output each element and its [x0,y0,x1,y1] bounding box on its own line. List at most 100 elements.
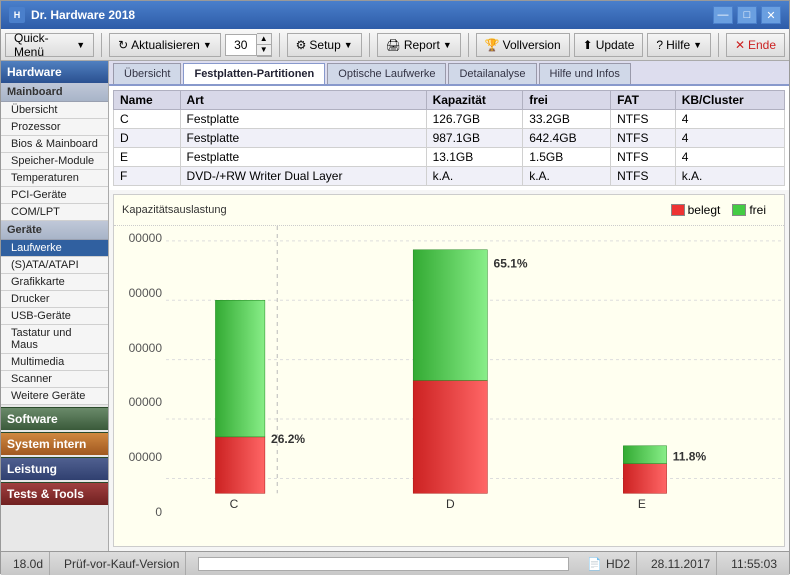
table-cell: 13.1GB [426,148,523,167]
status-time: 11:55:03 [725,552,783,575]
leistung-section-button[interactable]: Leistung [1,457,108,480]
tab-ubersicht[interactable]: Übersicht [113,63,181,84]
aktualisieren-label: Aktualisieren [131,38,200,52]
sidebar-item-prozessor[interactable]: Prozessor [1,119,108,136]
sidebar-item-multimedia[interactable]: Multimedia [1,354,108,371]
legend-red-box [671,204,685,216]
table-row[interactable]: EFestplatte13.1GB1.5GBNTFS4 [114,148,785,167]
hilfe-button[interactable]: ? Hilfe ▼ [647,33,711,57]
table-row[interactable]: DFestplatte987.1GB642.4GBNTFS4 [114,129,785,148]
separator-2 [279,33,280,57]
report-button[interactable]: 🖨 Report ▼ [377,33,461,57]
sidebar-item-weitere[interactable]: Weitere Geräte [1,388,108,405]
interval-control: 30 ▲ ▼ [225,33,272,57]
separator-4 [468,33,469,57]
table-cell: DVD-/+RW Writer Dual Layer [180,167,426,186]
sidebar-item-laufwerke[interactable]: Laufwerke [1,240,108,257]
table-cell: k.A. [426,167,523,186]
table-cell: 1.5GB [523,148,611,167]
quick-menu-arrow: ▼ [76,40,85,50]
svg-text:11.8%: 11.8% [673,450,707,464]
tests-section-button[interactable]: Tests & Tools [1,482,108,505]
close-button[interactable]: ✕ [761,6,781,24]
tab-festplatten[interactable]: Festplatten-Partitionen [183,63,325,84]
spin-up[interactable]: ▲ [257,34,271,45]
hilfe-label: Hilfe [666,38,690,52]
sidebar-item-sata[interactable]: (S)ATA/ATAPI [1,257,108,274]
system-section-button[interactable]: System intern [1,432,108,455]
sidebar-item-usb[interactable]: USB-Geräte [1,308,108,325]
sidebar-item-bios[interactable]: Bios & Mainboard [1,136,108,153]
update-button[interactable]: ⬆ Update [574,33,644,57]
svg-text:D: D [446,497,455,511]
quick-menu-button[interactable]: Quick-Menü ▼ [5,33,94,57]
aktualisieren-arrow: ▼ [203,40,212,50]
tab-optische[interactable]: Optische Laufwerke [327,63,446,84]
table-cell: k.A. [675,167,784,186]
table-cell: Festplatte [180,110,426,129]
table-cell: NTFS [611,167,676,186]
table-area: Name Art Kapazität frei FAT KB/Cluster C… [109,86,789,190]
setup-icon: ⚙ [296,38,307,52]
sidebar: Hardware Mainboard Übersicht Prozessor B… [1,61,109,551]
sidebar-item-ubersicht[interactable]: Übersicht [1,102,108,119]
svg-text:C: C [230,497,239,511]
vollversion-label: Vollversion [503,38,561,52]
table-row[interactable]: CFestplatte126.7GB33.2GBNTFS4 [114,110,785,129]
sidebar-item-grafikkarte[interactable]: Grafikkarte [1,274,108,291]
content-area: Übersicht Festplatten-Partitionen Optisc… [109,61,789,551]
setup-button[interactable]: ⚙ Setup ▼ [287,33,362,57]
table-row[interactable]: FDVD-/+RW Writer Dual Layerk.A.k.A.NTFSk… [114,167,785,186]
update-icon: ⬆ [583,38,593,52]
vollversion-icon: 🏆 [485,38,500,52]
interval-input[interactable]: 30 [225,34,257,56]
y-label-6: 00000 [118,231,162,245]
sidebar-item-tastatur[interactable]: Tastatur und Maus [1,325,108,354]
table-cell: Festplatte [180,129,426,148]
legend-frei-label: frei [749,203,766,217]
tabs-bar: Übersicht Festplatten-Partitionen Optisc… [109,61,789,86]
sidebar-item-scanner[interactable]: Scanner [1,371,108,388]
table-cell: 642.4GB [523,129,611,148]
chart-svg: 26.2% C 65.1% D 11.8 [166,226,784,523]
software-section-button[interactable]: Software [1,407,108,430]
col-fat: FAT [611,91,676,110]
y-label-3: 00000 [118,395,162,409]
main-layout: Hardware Mainboard Übersicht Prozessor B… [1,61,789,551]
legend-belegt-label: belegt [688,203,721,217]
chart-title: Kapazitätsauslastung [122,204,227,216]
svg-text:E: E [638,497,646,511]
y-label-5: 00000 [118,286,162,300]
quick-menu-label: Quick-Menü [14,31,69,59]
aktualisieren-button[interactable]: ↻ Aktualisieren ▼ [109,33,221,57]
toolbar: Quick-Menü ▼ ↻ Aktualisieren ▼ 30 ▲ ▼ ⚙ … [1,29,789,61]
maximize-button[interactable]: □ [737,6,757,24]
separator-5 [718,33,719,57]
minimize-button[interactable]: — [713,6,733,24]
table-cell: Festplatte [180,148,426,167]
legend-frei: frei [732,203,766,217]
sidebar-item-temperaturen[interactable]: Temperaturen [1,170,108,187]
y-label-4: 00000 [118,341,162,355]
sidebar-item-speicher[interactable]: Speicher-Module [1,153,108,170]
separator-1 [101,33,102,57]
statusbar: 18.0d Prüf-vor-Kauf-Version 📄 HD2 28.11.… [1,551,789,575]
spin-down[interactable]: ▼ [257,45,271,56]
y-label-2: 00000 [118,450,162,464]
vollversion-button[interactable]: 🏆 Vollversion [476,33,570,57]
table-cell: 4 [675,129,784,148]
sidebar-item-pci[interactable]: PCI-Geräte [1,187,108,204]
ende-button[interactable]: ✕ Ende [726,33,785,57]
hardware-section-header[interactable]: Hardware [1,61,108,83]
sidebar-item-com[interactable]: COM/LPT [1,204,108,221]
table-cell: NTFS [611,110,676,129]
table-cell: E [114,148,181,167]
setup-arrow: ▼ [344,40,353,50]
setup-label: Setup [309,38,340,52]
tab-detailanalyse[interactable]: Detailanalyse [448,63,536,84]
interval-spin: ▲ ▼ [257,33,272,57]
status-date: 28.11.2017 [645,552,717,575]
sidebar-item-drucker[interactable]: Drucker [1,291,108,308]
report-arrow: ▼ [443,40,452,50]
tab-hilfe[interactable]: Hilfe und Infos [539,63,631,84]
